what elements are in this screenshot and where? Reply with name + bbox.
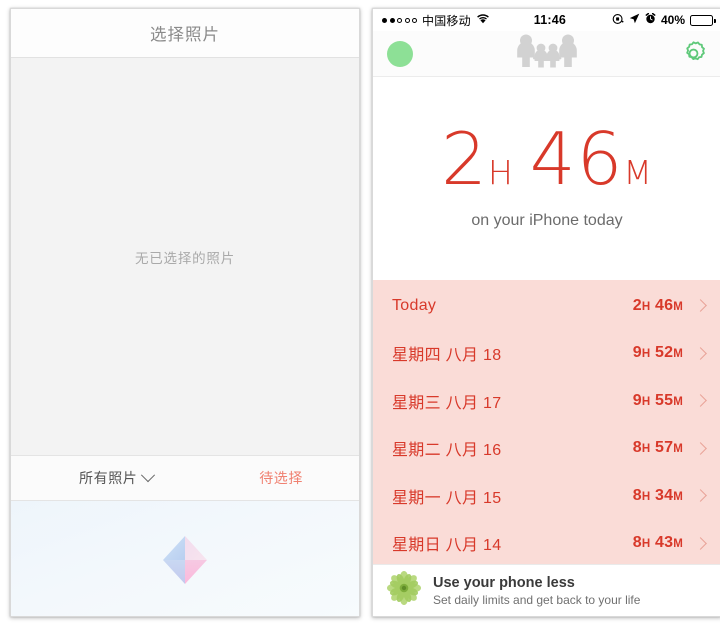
hero-minutes: 46: [529, 117, 624, 201]
day-label: 星期四 八月 18: [392, 347, 502, 365]
promo-banner[interactable]: Use your phone less Set daily limits and…: [373, 564, 720, 616]
chevron-right-icon: [694, 299, 707, 313]
day-duration: 8H 34M: [632, 486, 683, 504]
chevron-right-icon: [694, 346, 707, 360]
wifi-icon: [476, 13, 490, 27]
picker-toolbar: 所有照片 待选择: [11, 455, 359, 501]
location-arrow-icon: [629, 13, 640, 27]
daily-total-hero: 2H 46M on your iPhone today: [373, 77, 720, 280]
hero-hours-unit: H: [487, 153, 514, 192]
status-bar-left: 中国移动: [382, 12, 490, 29]
picker-empty-area: 无已选择的照片: [11, 58, 359, 455]
table-row[interactable]: 星期四 八月 18 9H 52M: [373, 330, 720, 378]
chevron-right-icon: [694, 394, 707, 408]
rotation-lock-icon: [612, 13, 624, 28]
carrier-label: 中国移动: [422, 13, 471, 28]
day-label: 星期日 八月 14: [392, 537, 502, 555]
album-selector-label: 所有照片: [79, 470, 138, 486]
chevron-down-icon: [141, 468, 156, 483]
day-label: 星期二 八月 16: [392, 442, 502, 460]
photo-picker-panel: 选择照片 无已选择的照片 所有照片 待选择: [10, 8, 360, 617]
gear-icon[interactable]: [680, 40, 707, 67]
status-bar-clock: 11:46: [533, 13, 567, 27]
diamond-gem-icon: [158, 533, 212, 587]
day-label: Today: [392, 296, 437, 314]
table-row[interactable]: 星期三 八月 17 9H 55M: [373, 377, 720, 425]
app-header: [373, 31, 720, 77]
picker-navbar: 选择照片: [11, 9, 359, 58]
chevron-right-icon: [694, 536, 707, 550]
signal-strength-dots: [382, 17, 417, 23]
day-list: Today 2H 46M 星期四 八月 18 9H 52M 星期三 八月 17 …: [373, 280, 720, 567]
empty-state-message: 无已选择的照片: [134, 250, 236, 266]
select-action-button[interactable]: 待选择: [259, 468, 303, 488]
screen-time-panel: 中国移动 11:46 40% 2H 46M on your iPhone tod…: [372, 8, 720, 617]
chevron-right-icon: [694, 441, 707, 455]
table-row[interactable]: 星期二 八月 16 8H 57M: [373, 425, 720, 473]
promo-title: Use your phone less: [433, 574, 575, 591]
ios-status-bar: 中国移动 11:46 40%: [373, 9, 720, 31]
page-title: 选择照片: [150, 26, 220, 44]
hero-hours: 2: [441, 117, 488, 201]
day-duration: 8H 57M: [632, 439, 683, 457]
daily-total-subtitle: on your iPhone today: [471, 212, 623, 229]
day-duration: 2H 46M: [632, 296, 683, 314]
flower-icon: [387, 571, 421, 610]
album-selector[interactable]: 所有照片: [79, 468, 156, 488]
table-row[interactable]: 星期日 八月 14 8H 43M: [373, 520, 720, 568]
promo-text: Use your phone less Set daily limits and…: [433, 575, 640, 607]
day-label: 星期一 八月 15: [392, 489, 502, 507]
promo-subtitle: Set daily limits and get back to your li…: [433, 592, 641, 607]
day-duration: 9H 55M: [632, 391, 683, 409]
day-duration: 8H 43M: [632, 534, 683, 552]
table-row[interactable]: 星期一 八月 15 8H 34M: [373, 472, 720, 520]
status-bar-right: 40%: [612, 12, 716, 28]
screenshot-stage: 选择照片 无已选择的照片 所有照片 待选择 中国移动 11:46 40% 2H …: [0, 0, 720, 625]
battery-icon: [690, 14, 716, 26]
daily-total-time: 2H 46M: [441, 123, 653, 195]
day-label: 星期三 八月 17: [392, 394, 502, 412]
avatar[interactable]: [387, 40, 413, 67]
hero-minutes-unit: M: [623, 153, 653, 192]
alarm-clock-icon: [645, 12, 656, 27]
table-row[interactable]: Today 2H 46M: [373, 282, 720, 330]
picker-preview-area[interactable]: [11, 501, 359, 616]
chevron-right-icon: [694, 489, 707, 503]
battery-percent-label: 40%: [660, 13, 685, 27]
day-duration: 9H 52M: [632, 344, 683, 362]
family-icon[interactable]: [514, 34, 580, 73]
